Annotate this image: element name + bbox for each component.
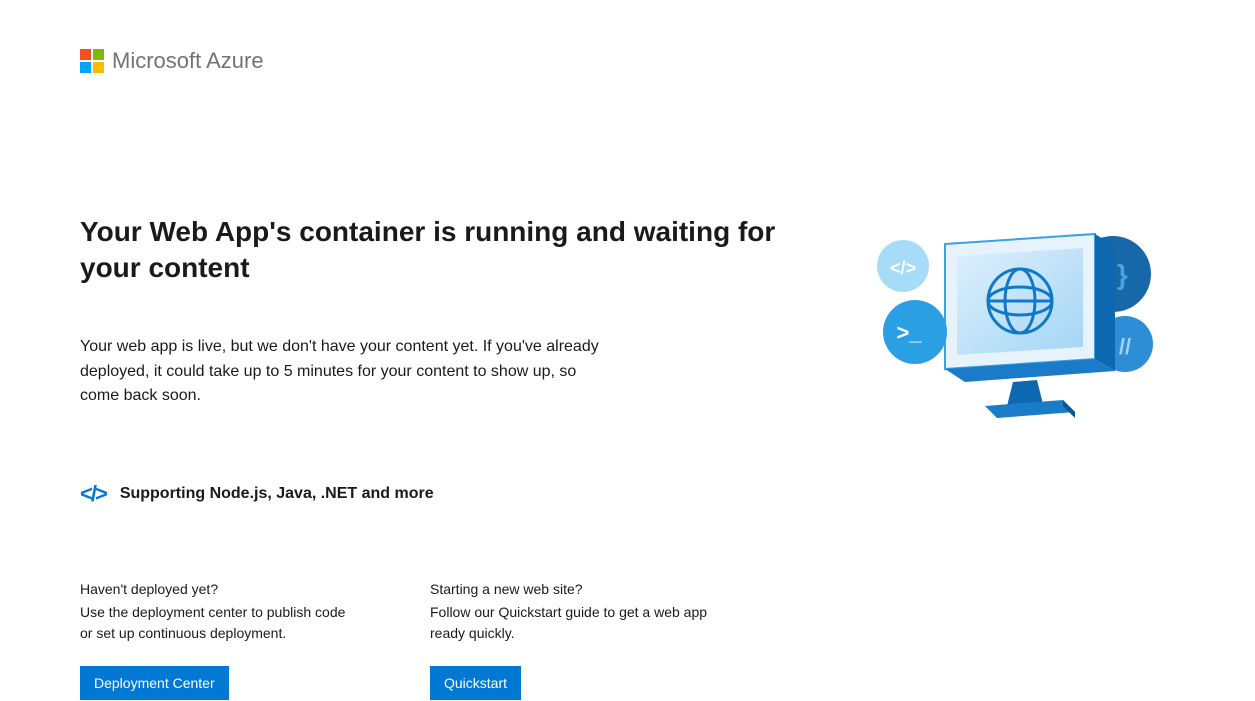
supporting-row: </> Supporting Node.js, Java, .NET and m… <box>80 481 800 507</box>
cta-deploy-sub: Use the deployment center to publish cod… <box>80 602 360 644</box>
supporting-text: Supporting Node.js, Java, .NET and more <box>120 485 434 503</box>
svg-text:>_: >_ <box>896 320 922 345</box>
page-description: Your web app is live, but we don't have … <box>80 335 610 409</box>
svg-text://: // <box>1119 334 1131 359</box>
code-icon: </> <box>80 481 106 507</box>
brand-header: Microsoft Azure <box>80 48 1175 74</box>
svg-text:</>: </> <box>890 258 916 278</box>
microsoft-logo-icon <box>80 49 104 73</box>
cta-deploy: Haven't deployed yet? Use the deployment… <box>80 579 360 700</box>
cta-deploy-heading: Haven't deployed yet? <box>80 579 360 600</box>
hero-illustration: { } // <box>865 204 1175 444</box>
quickstart-button[interactable]: Quickstart <box>430 666 521 700</box>
page-headline: Your Web App's container is running and … <box>80 214 780 287</box>
cta-quickstart-sub: Follow our Quickstart guide to get a web… <box>430 602 710 644</box>
brand-name: Microsoft Azure <box>112 48 264 74</box>
cta-quickstart: Starting a new web site? Follow our Quic… <box>430 579 710 700</box>
cta-quickstart-heading: Starting a new web site? <box>430 579 710 600</box>
deployment-center-button[interactable]: Deployment Center <box>80 666 229 700</box>
